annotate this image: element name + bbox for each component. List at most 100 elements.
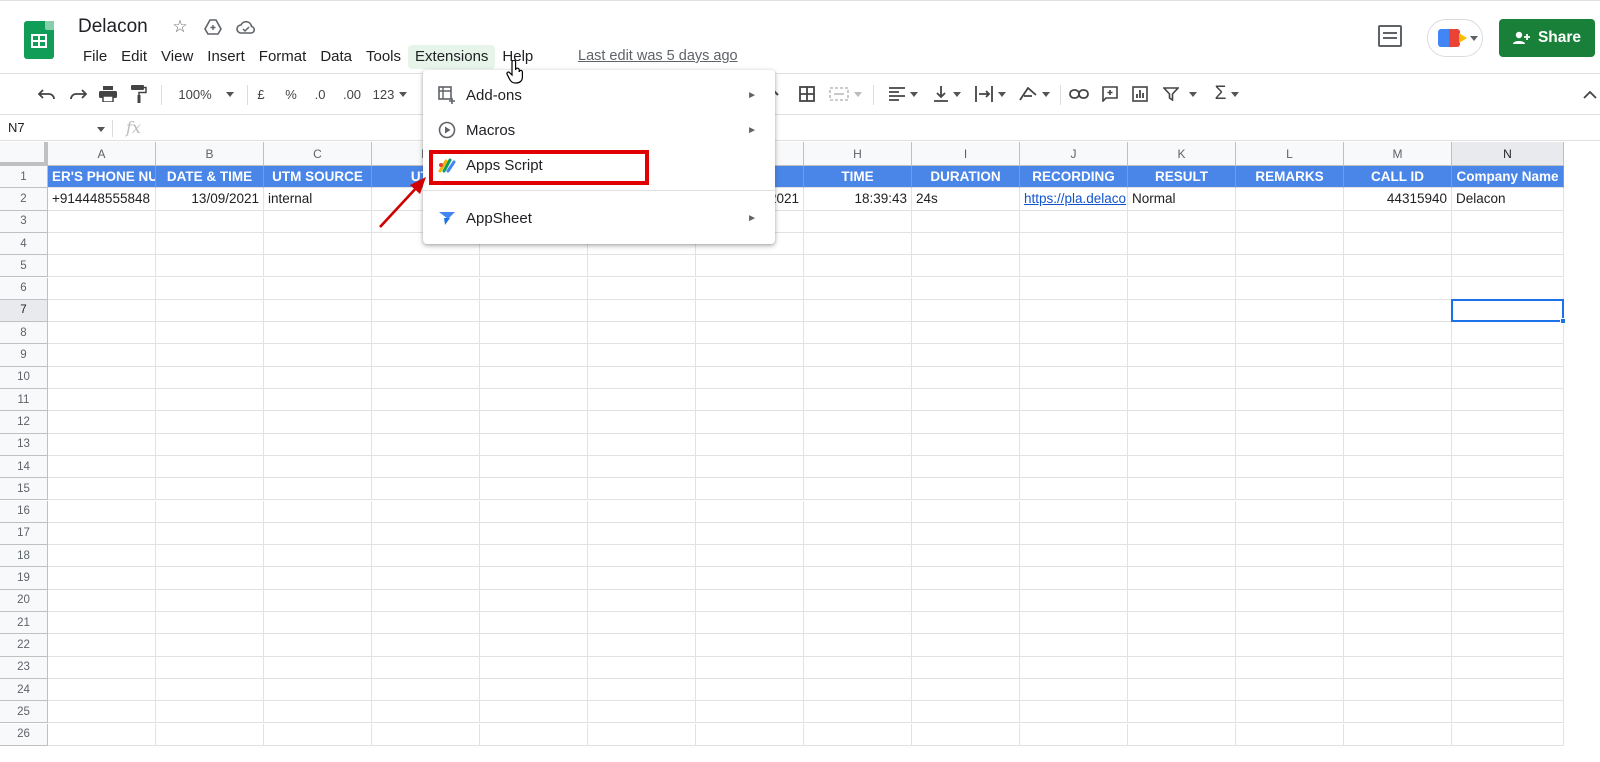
table-cell[interactable]	[588, 701, 696, 724]
table-cell[interactable]	[156, 255, 264, 278]
table-cell[interactable]	[264, 411, 372, 434]
table-cell[interactable]	[1020, 656, 1128, 679]
row-header-23[interactable]: 23	[0, 656, 48, 679]
table-cell[interactable]	[804, 344, 912, 367]
table-cell[interactable]	[1128, 344, 1236, 367]
table-cell[interactable]	[1452, 210, 1564, 233]
table-cell[interactable]	[264, 478, 372, 501]
table-cell[interactable]	[48, 589, 156, 612]
table-cell[interactable]	[372, 411, 480, 434]
table-cell[interactable]	[372, 545, 480, 568]
table-cell[interactable]	[1128, 299, 1236, 323]
table-cell[interactable]	[480, 433, 588, 456]
table-cell[interactable]	[1452, 389, 1564, 412]
table-cell[interactable]	[480, 500, 588, 523]
table-cell[interactable]	[156, 612, 264, 635]
row-header-13[interactable]: 13	[0, 433, 48, 456]
undo-icon[interactable]	[36, 82, 58, 106]
last-edit-link[interactable]: Last edit was 5 days ago	[578, 48, 738, 64]
table-cell[interactable]	[804, 366, 912, 389]
table-cell[interactable]	[48, 522, 156, 546]
table-cell[interactable]	[264, 255, 372, 278]
table-cell[interactable]	[156, 478, 264, 501]
header-cell[interactable]: CALL ID	[1344, 166, 1452, 189]
table-cell[interactable]	[912, 589, 1020, 612]
table-cell[interactable]: 18:39:43	[804, 188, 912, 211]
table-cell[interactable]	[804, 411, 912, 434]
table-cell[interactable]	[264, 500, 372, 523]
menu-file[interactable]: File	[76, 45, 114, 69]
table-cell[interactable]	[264, 210, 372, 233]
table-cell[interactable]	[1128, 478, 1236, 501]
table-cell[interactable]	[372, 567, 480, 590]
table-cell[interactable]	[1344, 567, 1452, 590]
table-cell[interactable]	[696, 545, 804, 568]
table-cell[interactable]	[48, 612, 156, 635]
table-cell[interactable]	[696, 322, 804, 345]
column-header-n[interactable]: N	[1452, 142, 1564, 166]
table-cell[interactable]	[588, 678, 696, 702]
table-cell[interactable]	[372, 656, 480, 679]
header-cell[interactable]: UTM SOURCE	[264, 166, 372, 189]
table-cell[interactable]	[48, 389, 156, 412]
table-cell[interactable]	[156, 322, 264, 345]
table-cell[interactable]	[264, 545, 372, 568]
table-cell[interactable]	[696, 589, 804, 612]
table-cell[interactable]	[1020, 678, 1128, 702]
header-cell[interactable]: RESULT	[1128, 166, 1236, 189]
merge-cells-icon[interactable]	[827, 82, 863, 106]
table-cell[interactable]	[48, 366, 156, 389]
table-cell[interactable]	[1344, 277, 1452, 300]
zoom-select[interactable]: 100%	[173, 82, 239, 106]
row-header-14[interactable]: 14	[0, 455, 48, 479]
table-cell[interactable]	[1236, 589, 1344, 612]
table-cell[interactable]	[912, 522, 1020, 546]
table-cell[interactable]	[480, 299, 588, 323]
table-cell[interactable]	[912, 344, 1020, 367]
table-cell[interactable]	[264, 232, 372, 256]
table-cell[interactable]	[1020, 522, 1128, 546]
row-header-26[interactable]: 26	[0, 723, 48, 746]
select-all-corner[interactable]	[0, 142, 48, 166]
column-header-h[interactable]: H	[804, 142, 912, 166]
table-cell[interactable]	[372, 366, 480, 389]
table-cell[interactable]	[1236, 522, 1344, 546]
borders-icon[interactable]	[796, 82, 818, 106]
table-cell[interactable]	[1344, 500, 1452, 523]
table-cell[interactable]	[1128, 634, 1236, 657]
table-cell[interactable]	[1128, 656, 1236, 679]
row-header-2[interactable]: 2	[0, 188, 48, 211]
table-cell[interactable]	[1128, 277, 1236, 300]
table-cell[interactable]	[1020, 210, 1128, 233]
table-cell[interactable]	[156, 277, 264, 300]
table-cell[interactable]	[48, 232, 156, 256]
table-cell[interactable]	[156, 344, 264, 367]
table-cell[interactable]	[1452, 455, 1564, 479]
table-cell[interactable]	[804, 299, 912, 323]
table-cell[interactable]	[480, 389, 588, 412]
table-cell[interactable]	[696, 344, 804, 367]
table-cell[interactable]	[804, 723, 912, 746]
table-cell[interactable]	[696, 612, 804, 635]
table-cell[interactable]	[1236, 433, 1344, 456]
table-cell[interactable]	[1452, 701, 1564, 724]
table-cell[interactable]	[372, 455, 480, 479]
increase-decimal-button[interactable]: .00	[339, 82, 365, 106]
table-cell[interactable]	[588, 545, 696, 568]
table-cell[interactable]	[696, 255, 804, 278]
table-cell[interactable]	[1020, 232, 1128, 256]
menu-item-addons[interactable]: Add-ons ►	[423, 79, 775, 111]
table-cell[interactable]	[1236, 678, 1344, 702]
table-cell[interactable]	[1452, 500, 1564, 523]
table-cell[interactable]	[372, 634, 480, 657]
table-cell[interactable]	[264, 723, 372, 746]
table-cell[interactable]	[912, 678, 1020, 702]
insert-chart-icon[interactable]	[1129, 82, 1151, 106]
table-cell[interactable]	[912, 612, 1020, 635]
table-cell[interactable]	[264, 678, 372, 702]
table-cell[interactable]	[1020, 478, 1128, 501]
header-cell[interactable]: ER'S PHONE NU	[48, 166, 156, 189]
menu-item-macros[interactable]: Macros ►	[423, 114, 775, 146]
row-header-10[interactable]: 10	[0, 366, 48, 389]
table-cell[interactable]	[1020, 612, 1128, 635]
